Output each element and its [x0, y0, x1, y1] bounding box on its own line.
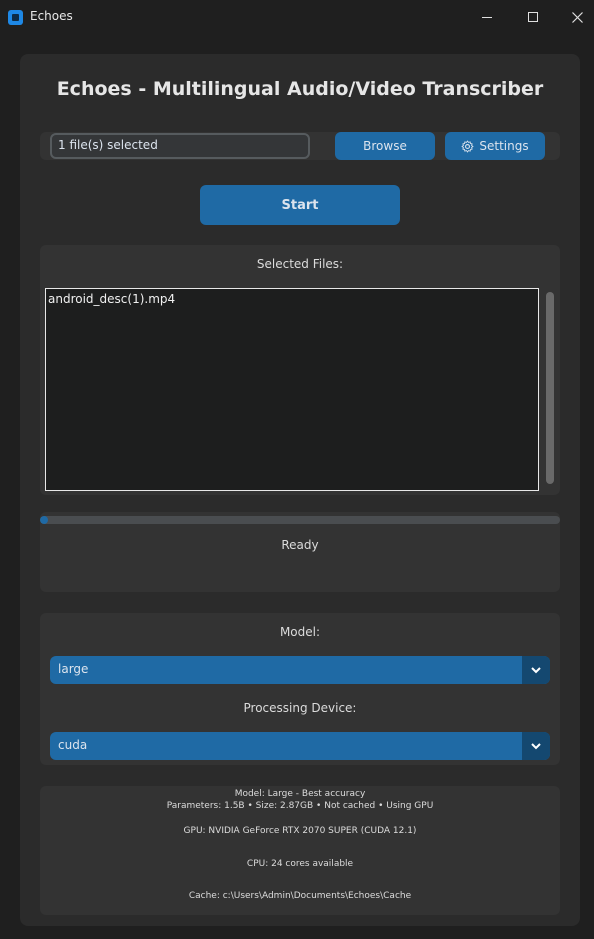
window-title: Echoes — [30, 9, 73, 23]
gear-icon — [461, 140, 474, 152]
info-panel: Model: Large - Best accuracy Parameters:… — [40, 786, 560, 915]
cpu-info: CPU: 24 cores available — [246, 859, 354, 869]
selected-files-label: Selected Files: — [256, 257, 344, 271]
model-info: Model: Large - Best accuracy — [234, 789, 366, 799]
main-panel: Echoes - Multilingual Audio/Video Transc… — [20, 54, 580, 926]
device-dropdown[interactable]: cuda — [50, 732, 550, 760]
gpu-info: GPU: NVIDIA GeForce RTX 2070 SUPER (CUDA… — [183, 826, 417, 836]
close-icon — [571, 11, 583, 23]
title-bar: Echoes — [0, 0, 594, 34]
progress-bar — [40, 516, 560, 524]
scrollbar-thumb[interactable] — [546, 292, 554, 484]
model-value: large — [58, 662, 89, 676]
chevron-down-icon — [531, 742, 541, 749]
status-text: Ready — [281, 538, 319, 552]
files-scrollbar[interactable] — [546, 290, 554, 490]
close-button[interactable] — [554, 0, 594, 34]
minimize-icon — [482, 16, 492, 18]
device-value: cuda — [58, 738, 88, 752]
app-icon — [8, 10, 23, 25]
model-label: Model: — [279, 625, 321, 639]
device-dropdown-arrow[interactable] — [522, 732, 550, 760]
start-button[interactable]: Start — [200, 185, 400, 225]
parameters-info: Parameters: 1.5B • Size: 2.87GB • Not ca… — [166, 801, 434, 811]
file-select-row: 1 file(s) selected Browse Settings — [40, 132, 560, 160]
selected-files-list[interactable]: android_desc(1).mp4 — [45, 288, 539, 491]
settings-button[interactable]: Settings — [445, 132, 545, 160]
minimize-button[interactable] — [464, 0, 510, 34]
cache-info: Cache: c:\Users\Admin\Documents\Echoes\C… — [188, 891, 412, 901]
maximize-button[interactable] — [510, 0, 556, 34]
settings-label: Settings — [479, 139, 529, 153]
progress-fill — [40, 516, 48, 524]
chevron-down-icon — [531, 666, 541, 673]
selected-files-field[interactable]: 1 file(s) selected — [50, 133, 310, 159]
options-panel: Model: large Processing Device: cuda — [40, 613, 560, 765]
model-dropdown[interactable]: large — [50, 656, 550, 684]
device-label: Processing Device: — [243, 701, 357, 715]
progress-panel: Ready — [40, 512, 560, 592]
browse-button[interactable]: Browse — [335, 132, 435, 160]
page-title: Echoes - Multilingual Audio/Video Transc… — [56, 78, 544, 100]
maximize-icon — [528, 12, 538, 22]
model-dropdown-arrow[interactable] — [522, 656, 550, 684]
list-item[interactable]: android_desc(1).mp4 — [48, 292, 175, 306]
selected-files-panel: Selected Files: android_desc(1).mp4 — [40, 245, 560, 495]
